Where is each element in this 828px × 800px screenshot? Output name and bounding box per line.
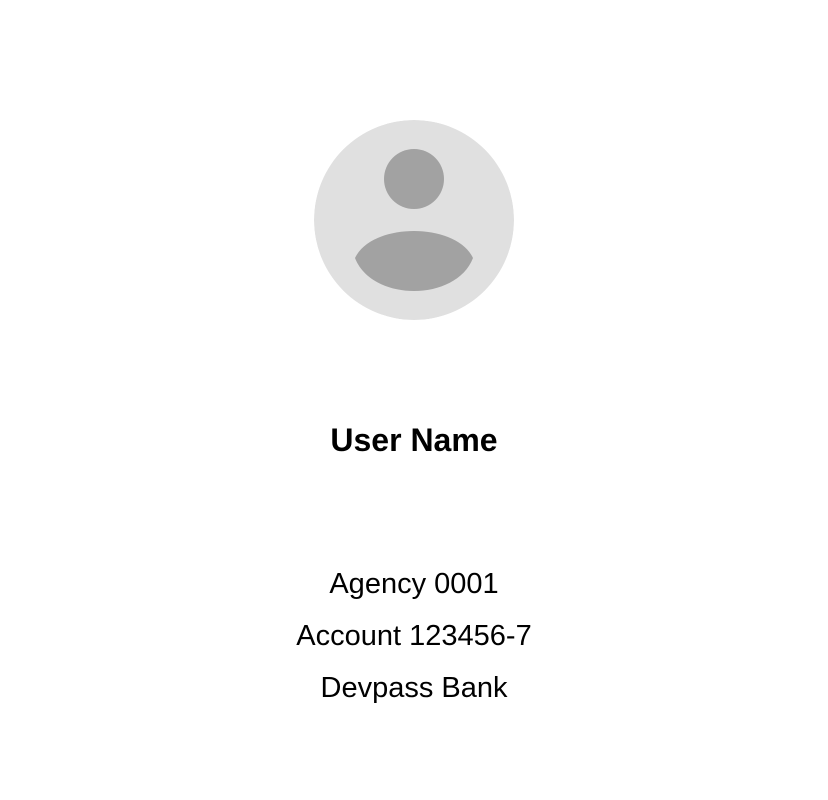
avatar xyxy=(314,120,514,320)
person-placeholder-icon xyxy=(314,120,514,320)
account-details: Agency 0001 Account 123456-7 Devpass Ban… xyxy=(0,558,828,714)
bank-label: Devpass Bank xyxy=(320,672,508,704)
agency-label: Agency 0001 xyxy=(329,568,499,600)
account-label: Account 123456-7 xyxy=(296,620,532,652)
user-name: User Name xyxy=(330,422,498,458)
profile-screen: User Name Agency 0001 Account 123456-7 D… xyxy=(0,0,828,800)
